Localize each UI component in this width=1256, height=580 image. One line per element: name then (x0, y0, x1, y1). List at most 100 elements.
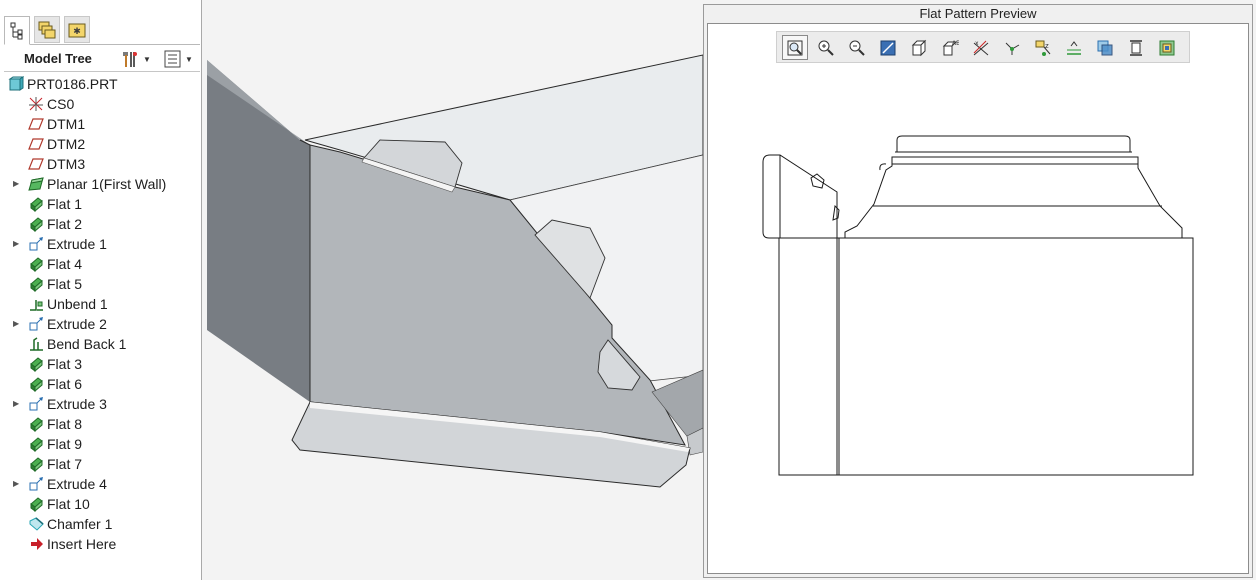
tree-item-label: Flat 5 (47, 276, 83, 292)
tree-settings-button[interactable]: ▼ (120, 49, 151, 69)
panel-tabs: ✱ (4, 14, 200, 45)
flat-wall-icon (30, 437, 43, 452)
tree-item[interactable]: ▶ Extrude 1 (0, 234, 200, 254)
datum-plane-icon (28, 138, 44, 150)
tree-item-label: DTM1 (47, 116, 86, 132)
bend-back-icon (30, 337, 43, 351)
insert-arrow-icon (31, 538, 43, 550)
tree-item[interactable]: Flat 7 (0, 454, 200, 474)
tree-item[interactable]: ▶ Planar 1(First Wall) (0, 174, 200, 194)
flat-wall-icon (30, 457, 43, 472)
tree-item[interactable]: DTM3 (0, 154, 200, 174)
unbend-icon (30, 300, 43, 311)
tree-item-label: Insert Here (47, 536, 117, 552)
preview-title: Flat Pattern Preview (919, 6, 1037, 21)
tree-item-label: PRT0186.PRT (27, 76, 118, 92)
tree-item[interactable]: ▶ Extrude 3 (0, 394, 200, 414)
tree-item-label: Flat 1 (47, 196, 83, 212)
extrude-icon (29, 317, 43, 331)
tree-item[interactable]: Flat 3 (0, 354, 200, 374)
list-columns-icon (164, 50, 181, 68)
expand-arrow-icon[interactable]: ▶ (13, 399, 21, 409)
extrude-icon (29, 237, 43, 251)
tree-item-label: Flat 10 (47, 496, 90, 512)
tree-item[interactable]: Chamfer 1 (0, 514, 200, 534)
folder-star-icon: ✱ (68, 23, 86, 37)
chevron-down-icon: ▼ (143, 54, 151, 64)
layers-icon (38, 21, 56, 38)
model-tree-tab[interactable] (4, 16, 30, 45)
tree-item-label: Flat 9 (47, 436, 83, 452)
flat-pattern-drawing (762, 135, 1194, 476)
tree-item-label: Unbend 1 (47, 296, 108, 312)
tree-item-label: CS0 (47, 96, 75, 112)
flat-wall-icon (30, 377, 43, 392)
flat-wall-icon (30, 357, 43, 372)
flat-pattern-preview-window: Flat Pattern Preview AB x z (703, 4, 1253, 578)
tree-item[interactable]: Flat 2 (0, 214, 200, 234)
datum-plane-icon (28, 158, 44, 170)
tree-item-label: Flat 8 (47, 416, 83, 432)
tree-item-label: Flat 3 (47, 356, 83, 372)
tree-item[interactable]: Flat 8 (0, 414, 200, 434)
flat-main-panel (778, 237, 1194, 476)
planar-wall-icon (28, 177, 44, 191)
chevron-down-icon: ▼ (185, 54, 193, 64)
flat-wall-icon (30, 417, 43, 432)
extrude-icon (29, 397, 43, 411)
tree-item[interactable]: Unbend 1 (0, 294, 200, 314)
datum-plane-icon (28, 118, 44, 130)
preview-canvas[interactable]: AB x z (707, 23, 1249, 574)
tree-item[interactable]: Flat 6 (0, 374, 200, 394)
tree-item[interactable]: CS0 (0, 94, 200, 114)
sheetmetal-model-3d[interactable] (207, 0, 703, 580)
model-tree-title: Model Tree (24, 51, 92, 66)
layer-tree-tab[interactable] (34, 16, 60, 43)
tree-item[interactable]: DTM1 (0, 114, 200, 134)
tree-item-label: Extrude 3 (47, 396, 107, 412)
tree-item[interactable]: Flat 9 (0, 434, 200, 454)
svg-text:✱: ✱ (73, 27, 81, 37)
favorites-tab[interactable]: ✱ (64, 16, 90, 43)
expand-arrow-icon[interactable]: ▶ (13, 319, 21, 329)
extrude-icon (29, 477, 43, 491)
tree-item-label: Flat 2 (47, 216, 83, 232)
tree-item[interactable]: ▶ Extrude 4 (0, 474, 200, 494)
graphics-viewport[interactable] (207, 0, 703, 580)
tree-item-label: Extrude 4 (47, 476, 107, 492)
tree-item-label: DTM2 (47, 136, 86, 152)
flat-wall-icon (30, 277, 43, 292)
expand-arrow-icon[interactable]: ▶ (13, 179, 21, 189)
tree-item-label: Planar 1(First Wall) (47, 176, 167, 192)
tree-item[interactable]: Insert Here (0, 534, 200, 554)
tree-item[interactable]: ▶ Extrude 2 (0, 314, 200, 334)
flat-wall-icon (30, 497, 43, 512)
tree-item-label: Extrude 1 (47, 236, 107, 252)
expand-arrow-icon[interactable]: ▶ (13, 239, 21, 249)
tree-item[interactable]: DTM2 (0, 134, 200, 154)
flat-wall-icon (30, 197, 43, 212)
tree-item[interactable]: PRT0186.PRT (0, 74, 200, 94)
tree-item-label: Flat 7 (47, 456, 83, 472)
model-tree-tab-icon (10, 22, 23, 39)
chamfer-icon (29, 517, 44, 531)
tree-item-label: Flat 6 (47, 376, 83, 392)
tree-item-label: Chamfer 1 (47, 516, 113, 532)
flat-wall-icon (30, 217, 43, 232)
expand-arrow-icon[interactable]: ▶ (13, 479, 21, 489)
coordinate-system-icon (29, 97, 43, 111)
tree-item[interactable]: Bend Back 1 (0, 334, 200, 354)
tree-item[interactable]: Flat 10 (0, 494, 200, 514)
tree-item-label: Flat 4 (47, 256, 83, 272)
tree-item-label: Bend Back 1 (47, 336, 127, 352)
tree-item[interactable]: Flat 4 (0, 254, 200, 274)
model-tree-header: Model Tree ▼ ▼ (4, 46, 200, 72)
tree-item-label: DTM3 (47, 156, 86, 172)
tree-item[interactable]: Flat 5 (0, 274, 200, 294)
tools-icon (123, 52, 137, 67)
tree-item[interactable]: Flat 1 (0, 194, 200, 214)
tree-columns-button[interactable]: ▼ (164, 49, 193, 69)
flat-wall-icon (30, 257, 43, 272)
part-icon (8, 76, 24, 91)
tree-item-label: Extrude 2 (47, 316, 107, 332)
